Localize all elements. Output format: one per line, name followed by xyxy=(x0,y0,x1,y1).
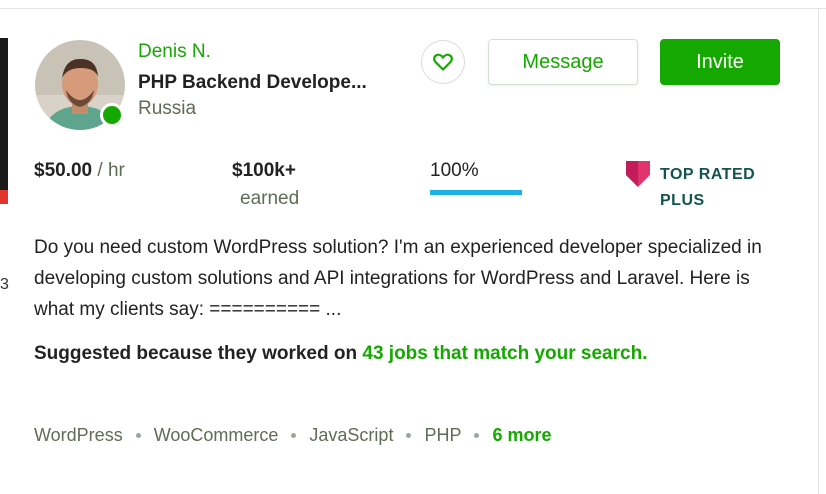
skill-tag[interactable]: JavaScript xyxy=(309,425,393,446)
suggestion-text: Suggested because they worked on 43 jobs… xyxy=(34,340,734,367)
top-rated-plus-badge: TOP RATED PLUS xyxy=(660,162,755,214)
suggestion-prefix: Suggested because they worked on xyxy=(34,343,363,364)
earned-amount: $100k+ xyxy=(232,160,296,181)
skill-tag[interactable]: WooCommerce xyxy=(154,425,279,446)
online-status-indicator xyxy=(100,103,124,127)
top-rated-plus-badge-icon xyxy=(625,160,651,193)
freelancer-name[interactable]: Denis N. xyxy=(138,41,211,63)
rate-unit: / hr xyxy=(92,160,125,181)
card-top-border xyxy=(0,8,826,9)
heart-icon xyxy=(433,53,453,71)
hourly-rate: $50.00 / hr xyxy=(34,160,125,182)
adjacent-card-fragment: 3 xyxy=(0,276,9,293)
more-skills-link[interactable]: 6 more xyxy=(492,425,551,446)
matching-jobs-link[interactable]: 43 jobs that match your search. xyxy=(362,343,647,364)
job-success-score: 100% xyxy=(430,160,479,181)
job-success-bar xyxy=(430,190,522,195)
separator-dot xyxy=(406,433,412,438)
separator-dot xyxy=(135,433,141,438)
badge-line-2: PLUS xyxy=(660,192,705,209)
separator-dot xyxy=(474,433,480,438)
invite-button[interactable]: Invite xyxy=(660,39,780,85)
message-button[interactable]: Message xyxy=(488,39,638,85)
profile-description: Do you need custom WordPress solution? I… xyxy=(34,237,762,320)
freelancer-title: PHP Backend Develope... xyxy=(138,72,367,93)
badge-line-1: TOP RATED xyxy=(660,166,756,183)
adjacent-card-accent xyxy=(0,190,8,204)
skills-list: WordPress WooCommerce JavaScript PHP 6 m… xyxy=(34,425,552,446)
separator-dot xyxy=(291,433,297,438)
skill-tag[interactable]: PHP xyxy=(424,425,461,446)
skill-tag[interactable]: WordPress xyxy=(34,425,123,446)
earned-label: earned xyxy=(240,188,300,209)
rate-amount: $50.00 xyxy=(34,160,93,181)
card-right-border xyxy=(818,8,819,494)
save-favorite-button[interactable] xyxy=(421,40,465,84)
adjacent-card-edge xyxy=(0,38,8,190)
job-success-bar-fill xyxy=(430,190,522,195)
freelancer-location: Russia xyxy=(138,98,197,119)
